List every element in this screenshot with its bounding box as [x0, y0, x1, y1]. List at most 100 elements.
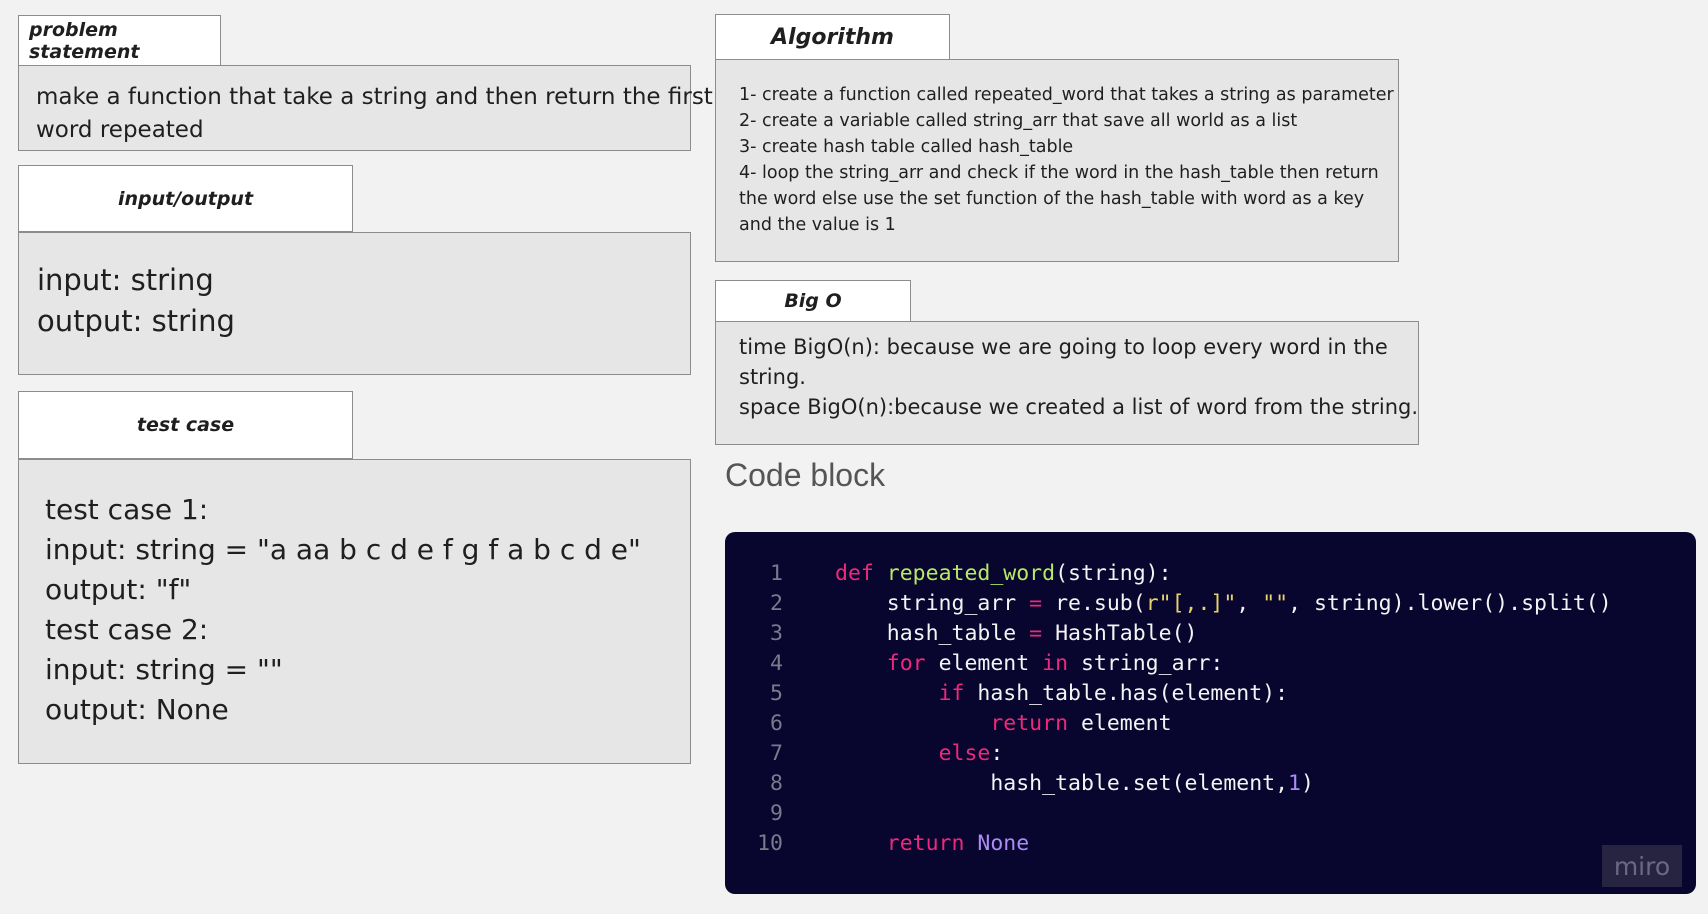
- code-token: for: [886, 651, 926, 676]
- line-number: 8: [770, 771, 783, 796]
- algorithm-step: 2- create a variable called string_arr t…: [739, 111, 1298, 131]
- code-text: return element: [835, 709, 1172, 739]
- code-block-heading: Code block: [725, 457, 886, 493]
- big-o-panel: time BigO(n): because we are going to lo…: [715, 321, 1419, 445]
- code-token: return: [886, 831, 965, 856]
- test-case-line: input: string = "a aa b c d e f g f a b …: [45, 533, 641, 566]
- code-token: if: [938, 681, 965, 706]
- code-text: return None: [835, 829, 1029, 859]
- algorithm-step: 3- create hash table called hash_table: [739, 137, 1074, 157]
- algorithm-title-text: Algorithm: [771, 24, 894, 50]
- code-token: ): [1301, 771, 1314, 796]
- problem-statement-panel: make a function that take a string and t…: [18, 65, 713, 151]
- problem-statement-line: word repeated: [36, 117, 204, 143]
- code-block[interactable]: 1 def repeated_word(string): 2 string_arr …: [725, 532, 1696, 894]
- algorithm-panel: 1- create a function called repeated_wor…: [715, 59, 1399, 262]
- line-number: 7: [770, 741, 783, 766]
- algorithm-step: 1- create a function called repeated_wor…: [739, 85, 1394, 105]
- code-token: hash_table: [835, 621, 1030, 646]
- code-token: return: [990, 711, 1069, 736]
- code-text: else:: [835, 739, 1004, 769]
- code-text: hash_table.set(element,1): [835, 769, 1314, 799]
- code-token: def: [835, 561, 874, 586]
- code-token: "": [1262, 591, 1289, 616]
- algorithm-step: and the value is 1: [739, 215, 896, 235]
- code-line: 2 string_arr = re.sub(r"[,.]", "", strin…: [725, 589, 1696, 619]
- code-token: (string):: [1055, 561, 1172, 586]
- algorithm-title: Algorithm: [715, 14, 950, 60]
- line-number: 10: [757, 831, 783, 856]
- code-token: hash_table.has(element):: [964, 681, 1289, 706]
- problem-statement-line: make a function that take a string and t…: [36, 84, 713, 110]
- code-token: =: [1029, 621, 1043, 646]
- big-o-title: Big O: [715, 280, 911, 322]
- code-line: 7 else:: [725, 739, 1696, 769]
- code-token: :: [990, 741, 1004, 766]
- code-line: 6 return element: [725, 709, 1696, 739]
- test-case-title: test case: [18, 391, 353, 459]
- code-token: re.sub(: [1042, 591, 1146, 616]
- line-number: 9: [770, 801, 783, 826]
- test-case-line: output: None: [45, 693, 229, 726]
- input-output-title: input/output: [18, 165, 353, 232]
- code-token: in: [1042, 651, 1069, 676]
- problem-statement-title-text: problem statement: [29, 18, 140, 63]
- code-token: None: [977, 831, 1030, 856]
- code-text: def repeated_word(string):: [835, 559, 1172, 589]
- code-text: hash_table = HashTable(): [835, 619, 1198, 649]
- code-line: 9: [725, 799, 1696, 829]
- miro-watermark: miro: [1602, 845, 1682, 887]
- code-line: 5 if hash_table.has(element):: [725, 679, 1696, 709]
- big-o-line: space BigO(n):because we created a list …: [739, 395, 1419, 419]
- line-number: 4: [770, 651, 783, 676]
- code-token: string_arr: [835, 591, 1030, 616]
- input-output-title-text: input/output: [117, 187, 254, 210]
- code-token: element: [1068, 711, 1172, 736]
- test-case-line: input: string = "": [45, 653, 283, 686]
- algorithm-step: the word else use the set function of th…: [739, 189, 1365, 209]
- problem-statement-title: problem statement: [18, 15, 221, 66]
- output-line: output: string: [37, 304, 235, 338]
- code-token: r"[,.]": [1145, 591, 1237, 616]
- test-case-line: output: "f": [45, 573, 192, 606]
- code-text: if hash_table.has(element):: [835, 679, 1289, 709]
- test-case-panel: test case 1: input: string = "a aa b c d…: [18, 459, 691, 764]
- code-text: for element in string_arr:: [835, 649, 1224, 679]
- input-output-panel: input: string output: string: [18, 232, 691, 375]
- line-number: 2: [770, 591, 783, 616]
- code-line: 10 return None: [725, 829, 1696, 859]
- line-number: 3: [770, 621, 783, 646]
- code-line: 3 hash_table = HashTable(): [725, 619, 1696, 649]
- code-token: repeated_word: [886, 561, 1056, 586]
- code-token: ,: [1236, 591, 1263, 616]
- line-number: 6: [770, 711, 783, 736]
- code-token: =: [1029, 591, 1043, 616]
- code-token: hash_table.set(element,: [835, 771, 1289, 796]
- code-line: 1 def repeated_word(string):: [725, 559, 1696, 589]
- input-line: input: string: [37, 263, 214, 297]
- code-line: 4 for element in string_arr:: [725, 649, 1696, 679]
- test-case-line: test case 2:: [45, 613, 209, 646]
- line-number: 5: [770, 681, 783, 706]
- code-token: string_arr:: [1068, 651, 1224, 676]
- code-text: string_arr = re.sub(r"[,.]", "", string)…: [835, 589, 1612, 619]
- code-token: , string).lower().split(): [1288, 591, 1612, 616]
- code-token: else: [938, 741, 991, 766]
- line-number: 1: [770, 561, 783, 586]
- code-token: element: [925, 651, 1043, 676]
- big-o-title-text: Big O: [784, 290, 842, 312]
- code-token: 1: [1288, 771, 1301, 796]
- algorithm-step: 4- loop the string_arr and check if the …: [739, 163, 1379, 183]
- code-line: 8 hash_table.set(element,1): [725, 769, 1696, 799]
- test-case-line: test case 1:: [45, 493, 209, 526]
- big-o-line: string.: [739, 365, 806, 389]
- code-token: HashTable(): [1042, 621, 1198, 646]
- big-o-line: time BigO(n): because we are going to lo…: [739, 335, 1388, 359]
